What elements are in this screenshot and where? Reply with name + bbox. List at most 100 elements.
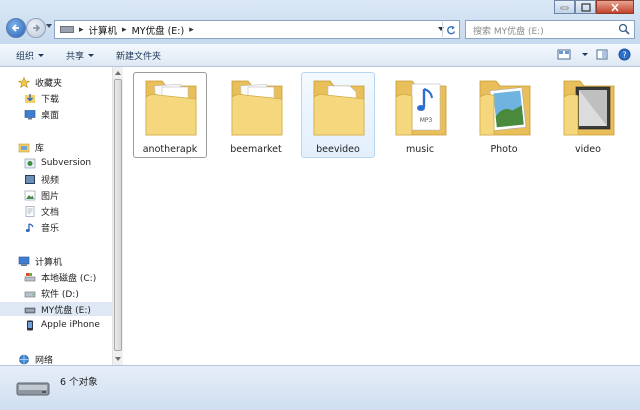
breadcrumb-computer[interactable]: 计算机 (89, 23, 118, 37)
nav-downloads[interactable]: 下载 (24, 91, 59, 105)
video-library-icon (25, 174, 35, 184)
nav-favorites[interactable]: 收藏夹 (18, 75, 62, 89)
window-controls (554, 0, 634, 14)
picture-library-icon (24, 190, 36, 200)
nav-label: 音乐 (41, 223, 60, 234)
preview-pane-button[interactable] (594, 48, 610, 61)
restore-icon (580, 2, 591, 12)
folder-item[interactable]: beemarket (219, 72, 293, 158)
minimize-button[interactable] (554, 0, 575, 14)
change-view-button[interactable] (556, 48, 572, 61)
folder-name: beevideo (316, 144, 360, 155)
view-dropdown-icon[interactable] (582, 53, 588, 56)
nav-label: 计算机 (35, 257, 63, 268)
windows-drive-icon (24, 272, 36, 281)
nav-label: 下载 (41, 94, 60, 105)
folder-name: Photo (490, 144, 518, 155)
item-count: 6 个对象 (60, 377, 98, 388)
minimize-icon (560, 6, 569, 10)
nav-iphone[interactable]: Apple iPhone (24, 318, 100, 332)
navigation-scrollbar[interactable] (112, 67, 123, 365)
nav-pictures[interactable]: 图片 (24, 188, 59, 202)
folder-item[interactable]: MP3 music (383, 72, 457, 158)
forward-arrow-icon (33, 24, 41, 32)
nav-drive-d[interactable]: 软件 (D:) (24, 286, 79, 300)
folder-item[interactable]: beevideo (301, 72, 375, 158)
breadcrumb-separator[interactable]: ▸ (122, 25, 127, 35)
chevron-down-icon (38, 53, 45, 57)
scroll-down-icon[interactable] (115, 357, 121, 361)
nav-label: 图片 (41, 191, 60, 202)
search-icon[interactable] (618, 23, 631, 36)
nav-label: 库 (35, 143, 45, 154)
breadcrumb-separator[interactable]: ▸ (79, 25, 84, 35)
search-box[interactable]: 搜索 MY优盘 (E:) (465, 20, 635, 39)
nav-label: Subversion (41, 158, 92, 168)
folder-documents-icon (231, 80, 283, 136)
folder-item[interactable]: anotherapk (133, 72, 207, 158)
folder-item[interactable]: Photo (467, 72, 541, 158)
organize-label: 组织 (16, 51, 35, 62)
forward-button[interactable] (26, 18, 46, 38)
scroll-thumb[interactable] (114, 79, 122, 351)
address-bar[interactable]: ▸ 计算机 ▸ MY优盘 (E:) ▸ (54, 20, 460, 39)
command-toolbar: 组织 共享 新建文件夹 ? (0, 44, 640, 67)
share-button[interactable]: 共享 (60, 49, 100, 62)
network-icon (19, 354, 29, 364)
new-folder-label: 新建文件夹 (116, 51, 162, 62)
nav-network[interactable]: 网络 (18, 352, 53, 366)
share-label: 共享 (66, 51, 85, 62)
folder-video-icon (563, 80, 615, 136)
nav-subversion[interactable]: Subversion (24, 156, 91, 170)
help-button[interactable]: ? (616, 48, 632, 61)
nav-drive-c[interactable]: 本地磁盘 (C:) (24, 270, 96, 284)
nav-label: 桌面 (41, 110, 60, 121)
nav-label: 网络 (35, 355, 54, 366)
nav-label: MY优盘 (E:) (41, 305, 91, 316)
music-note-icon (25, 222, 34, 232)
scroll-up-icon[interactable] (115, 71, 121, 75)
nav-music[interactable]: 音乐 (24, 220, 59, 234)
nav-computer[interactable]: 计算机 (18, 254, 62, 268)
nav-videos[interactable]: 视频 (24, 172, 59, 186)
nav-label: 视频 (41, 175, 60, 186)
nav-drive-e[interactable]: MY优盘 (E:) (0, 302, 112, 316)
close-button[interactable] (596, 0, 634, 14)
usb-drive-icon (16, 382, 50, 396)
hard-drive-icon (24, 291, 36, 297)
organize-button[interactable]: 组织 (10, 49, 50, 62)
svg-text:?: ? (622, 51, 626, 60)
folder-photo-icon (479, 80, 531, 136)
drive-icon (60, 26, 74, 33)
folder-document-icon (313, 80, 365, 136)
recent-pages-dropdown[interactable] (46, 24, 52, 28)
back-arrow-icon (11, 24, 19, 32)
search-placeholder: 搜索 MY优盘 (E:) (473, 27, 544, 37)
library-icon (18, 143, 30, 152)
nav-label: 软件 (D:) (41, 289, 79, 300)
toolbar-right: ? (556, 48, 632, 61)
nav-label: Apple iPhone (41, 320, 100, 330)
status-bar: 6 个对象 (0, 365, 640, 410)
folder-name: anotherapk (142, 144, 198, 155)
breadcrumb-usb-drive[interactable]: MY优盘 (E:) (132, 23, 185, 37)
refresh-button[interactable] (442, 22, 458, 37)
preview-pane-icon (596, 49, 608, 60)
folder-name: video (575, 144, 601, 155)
back-button[interactable] (6, 18, 26, 38)
new-folder-button[interactable]: 新建文件夹 (110, 49, 167, 62)
title-address-bar: ▸ 计算机 ▸ MY优盘 (E:) ▸ 搜索 MY优盘 (E:) (0, 0, 640, 44)
nav-label: 本地磁盘 (C:) (41, 273, 97, 284)
subversion-icon (24, 158, 36, 168)
folder-item[interactable]: video (551, 72, 625, 158)
folder-name: music (405, 144, 435, 155)
maximize-button[interactable] (575, 0, 596, 14)
svg-text:MP3: MP3 (420, 117, 433, 124)
nav-documents[interactable]: 文档 (24, 204, 59, 218)
nav-libraries[interactable]: 库 (18, 140, 44, 154)
folder-music-icon: MP3 (395, 80, 447, 136)
nav-label: 文档 (41, 207, 60, 218)
nav-desktop[interactable]: 桌面 (24, 107, 59, 121)
breadcrumb-separator[interactable]: ▸ (189, 25, 194, 35)
nav-label: 收藏夹 (35, 78, 63, 89)
